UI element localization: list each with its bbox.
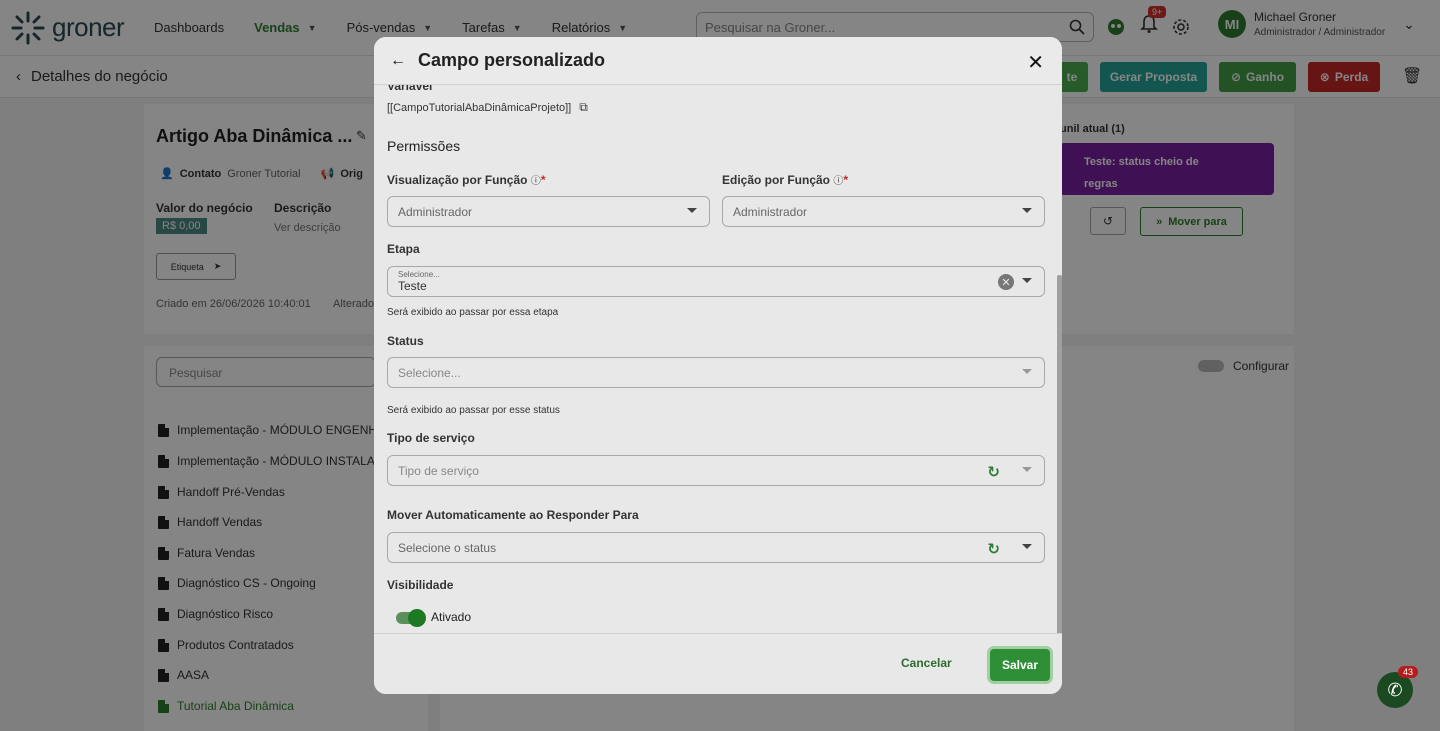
chevron-down-icon bbox=[1022, 467, 1032, 472]
custom-field-modal: ← Campo personalizado ✕ Variável [[Campo… bbox=[374, 37, 1062, 694]
refresh-icon[interactable]: ↻ bbox=[987, 463, 1000, 481]
required-mark: * bbox=[843, 173, 849, 187]
etapa-label: Etapa bbox=[387, 242, 420, 256]
select-value: Teste bbox=[398, 279, 427, 293]
view-by-role-select[interactable]: Administrador bbox=[387, 196, 710, 227]
modal-scrollbar[interactable] bbox=[1057, 275, 1062, 633]
service-type-select[interactable]: Tipo de serviço ↻ bbox=[387, 455, 1045, 486]
cancel-button[interactable]: Cancelar bbox=[901, 656, 952, 670]
modal-footer: Cancelar Salvar bbox=[374, 633, 1062, 694]
select-value: Administrador bbox=[398, 204, 473, 219]
edit-by-role-select[interactable]: Administrador bbox=[722, 196, 1045, 227]
variable-value: [[CampoTutorialAbaDinâmicaProjeto]] bbox=[387, 101, 572, 114]
auto-move-label: Mover Automaticamente ao Responder Para bbox=[387, 508, 639, 522]
visibility-label: Visibilidade bbox=[387, 578, 454, 592]
status-helper: Será exibido ao passar por esse status bbox=[387, 405, 560, 416]
permissions-heading: Permissões bbox=[387, 138, 461, 154]
visibility-value: Ativado bbox=[431, 610, 472, 624]
chevron-down-icon bbox=[1022, 278, 1032, 283]
edit-by-role-label: Edição por Função ⓘ* bbox=[722, 172, 848, 187]
select-value: Administrador bbox=[733, 204, 808, 219]
chevron-down-icon bbox=[1022, 544, 1032, 549]
modal-body[interactable]: Variável [[CampoTutorialAbaDinâmicaProje… bbox=[374, 85, 1062, 633]
clear-icon[interactable]: ✕ bbox=[998, 274, 1014, 290]
select-placeholder: Selecione... bbox=[398, 270, 440, 279]
label-text: Visualização por Função bbox=[387, 173, 528, 187]
chevron-down-icon bbox=[1022, 369, 1032, 374]
select-placeholder: Tipo de serviço bbox=[398, 463, 479, 478]
visibility-toggle[interactable] bbox=[396, 609, 426, 627]
service-type-label: Tipo de serviço bbox=[387, 431, 475, 445]
back-arrow-icon[interactable]: ← bbox=[390, 52, 406, 70]
view-by-role-label: Visualização por Função ⓘ* bbox=[387, 172, 546, 187]
chevron-down-icon bbox=[687, 208, 697, 213]
required-mark: * bbox=[540, 173, 546, 187]
refresh-icon[interactable]: ↻ bbox=[987, 540, 1000, 558]
copy-icon[interactable]: ⧉ bbox=[579, 100, 588, 115]
info-icon[interactable]: ⓘ bbox=[531, 176, 541, 187]
status-label: Status bbox=[387, 334, 424, 348]
select-placeholder: Selecione... bbox=[398, 365, 461, 380]
select-placeholder: Selecione o status bbox=[398, 540, 497, 555]
chevron-down-icon bbox=[1022, 208, 1032, 213]
modal-header: ← Campo personalizado ✕ bbox=[374, 37, 1062, 85]
save-button[interactable]: Salvar bbox=[990, 649, 1050, 681]
auto-move-select[interactable]: Selecione o status ↻ bbox=[387, 532, 1045, 563]
whatsapp-badge: 43 bbox=[1398, 666, 1419, 678]
close-icon[interactable]: ✕ bbox=[1027, 50, 1044, 75]
variable-row: [[CampoTutorialAbaDinâmicaProjeto]] ⧉ bbox=[387, 100, 588, 115]
toggle-knob bbox=[408, 609, 426, 627]
etapa-helper: Será exibido ao passar por essa etapa bbox=[387, 307, 559, 318]
status-select[interactable]: Selecione... bbox=[387, 357, 1045, 388]
label-text: Edição por Função bbox=[722, 173, 831, 187]
whatsapp-icon: ✆ bbox=[1387, 679, 1403, 700]
variable-label: Variável bbox=[387, 85, 433, 93]
etapa-select[interactable]: Selecione... Teste ✕ bbox=[387, 266, 1045, 297]
info-icon[interactable]: ⓘ bbox=[833, 176, 843, 187]
modal-title: Campo personalizado bbox=[418, 50, 606, 70]
